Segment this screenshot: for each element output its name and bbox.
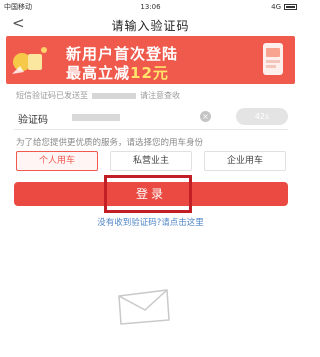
resend-code-button[interactable]: 42s xyxy=(236,108,288,125)
envelope-icon xyxy=(118,289,170,325)
identity-options: 个人用车 私营业主 企业用车 xyxy=(16,151,286,171)
identity-option-private-owner[interactable]: 私营业主 xyxy=(110,151,192,171)
sms-hint-suffix: 请注意查收 xyxy=(140,91,180,100)
network-type: 4G xyxy=(271,2,281,11)
code-label: 验证码 xyxy=(18,115,48,126)
login-button[interactable]: 登录 xyxy=(14,182,288,206)
banner-subline: 最高立减12元 xyxy=(66,62,169,83)
banner-amount: 12元 xyxy=(130,64,169,82)
carrier-label: 中国移动 xyxy=(4,2,32,11)
no-code-received-link[interactable]: 没有收到验证码?请点击这里 xyxy=(0,216,301,228)
banner-subline-prefix: 最高立减 xyxy=(66,64,131,82)
identity-option-personal[interactable]: 个人用车 xyxy=(16,151,98,171)
status-bar: 中国移动 13:06 4G xyxy=(0,0,301,13)
sms-sent-hint: 短信验证码已发送至 请注意查收 xyxy=(16,90,180,101)
verification-code-row: 验证码 × 42s xyxy=(14,104,288,130)
banner-headline: 新用户首次登陆 xyxy=(66,45,179,63)
megaphone-icon xyxy=(12,47,47,74)
nav-bar: < 请输入验证码 xyxy=(0,13,301,35)
identity-prompt: 为了给您提供更优质的服务，请选择您的用车身份 xyxy=(16,138,204,148)
promo-banner[interactable]: 新用户首次登陆 最高立减12元 xyxy=(6,36,295,84)
battery-icon xyxy=(284,3,297,10)
clear-icon[interactable]: × xyxy=(200,111,211,122)
identity-option-enterprise[interactable]: 企业用车 xyxy=(204,151,286,171)
masked-code-value xyxy=(72,114,120,121)
login-verify-screen: 中国移动 13:06 4G < 请输入验证码 新用户首次登陆 最高立减12元 短… xyxy=(0,0,301,357)
clock: 13:06 xyxy=(140,2,161,11)
phone-coupon-icon xyxy=(263,43,283,75)
masked-phone-number xyxy=(92,92,136,99)
page-title: 请输入验证码 xyxy=(111,19,190,33)
sms-hint-prefix: 短信验证码已发送至 xyxy=(16,91,88,100)
status-icons: 4G xyxy=(271,3,297,11)
